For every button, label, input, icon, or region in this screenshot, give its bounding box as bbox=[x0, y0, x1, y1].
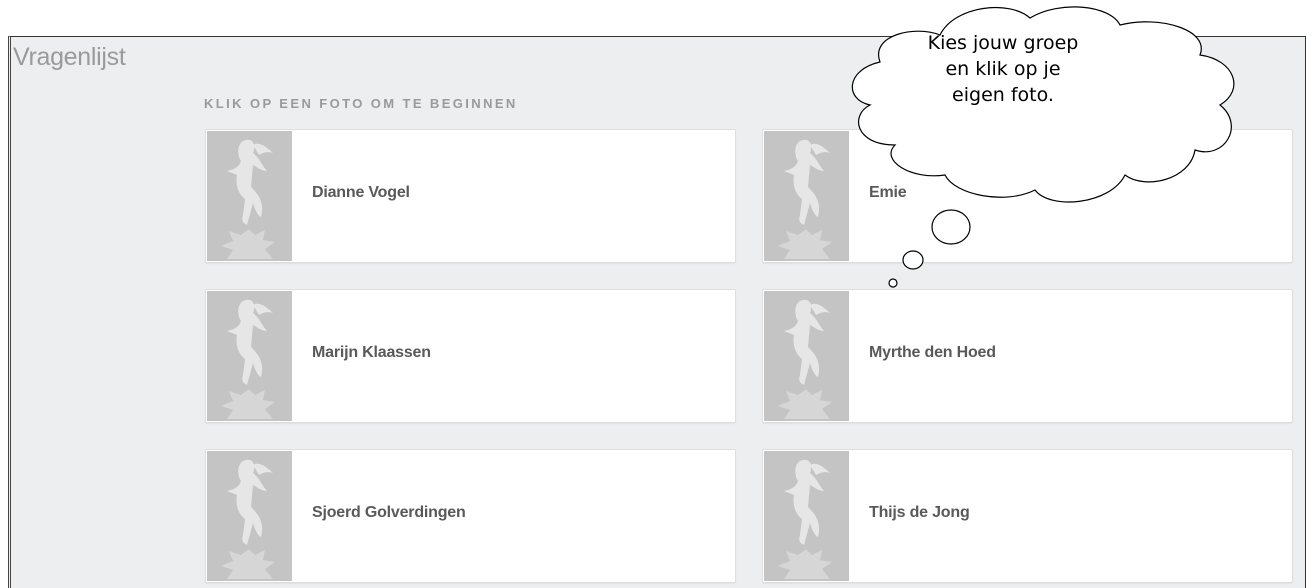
callout-line: eigen foto. bbox=[952, 84, 1054, 106]
app-title: Vragenlijst bbox=[13, 43, 126, 71]
avatar-placeholder-icon bbox=[764, 451, 849, 581]
avatar-placeholder-icon bbox=[764, 291, 849, 421]
avatar-placeholder-icon bbox=[207, 131, 292, 261]
instruction-heading: KLIK OP EEN FOTO OM TE BEGINNEN bbox=[204, 96, 518, 111]
person-card[interactable]: Myrthe den Hoed bbox=[762, 289, 1293, 423]
avatar-placeholder-icon bbox=[764, 131, 849, 261]
person-card[interactable]: Sjoerd Golverdingen bbox=[205, 449, 736, 583]
person-card[interactable]: Marijn Klaassen bbox=[205, 289, 736, 423]
person-card[interactable]: Dianne Vogel bbox=[205, 129, 736, 263]
avatar-placeholder-icon bbox=[207, 291, 292, 421]
person-name: Dianne Vogel bbox=[312, 184, 410, 201]
person-card[interactable]: Emie bbox=[762, 129, 1293, 263]
callout-line: Kies jouw groep bbox=[927, 32, 1079, 54]
app-frame: Vragenlijst KLIK OP EEN FOTO OM TE BEGIN… bbox=[8, 36, 1306, 588]
person-name: Emie bbox=[869, 184, 907, 201]
person-name: Marijn Klaassen bbox=[312, 344, 431, 361]
person-name: Thijs de Jong bbox=[869, 504, 970, 521]
callout-line: en klik op je bbox=[945, 58, 1061, 80]
person-name: Sjoerd Golverdingen bbox=[312, 504, 466, 521]
person-card[interactable]: Thijs de Jong bbox=[762, 449, 1293, 583]
person-name: Myrthe den Hoed bbox=[869, 344, 996, 361]
avatar-placeholder-icon bbox=[207, 451, 292, 581]
callout-text: Kies jouw groep en klik op je eigen foto… bbox=[903, 30, 1103, 108]
